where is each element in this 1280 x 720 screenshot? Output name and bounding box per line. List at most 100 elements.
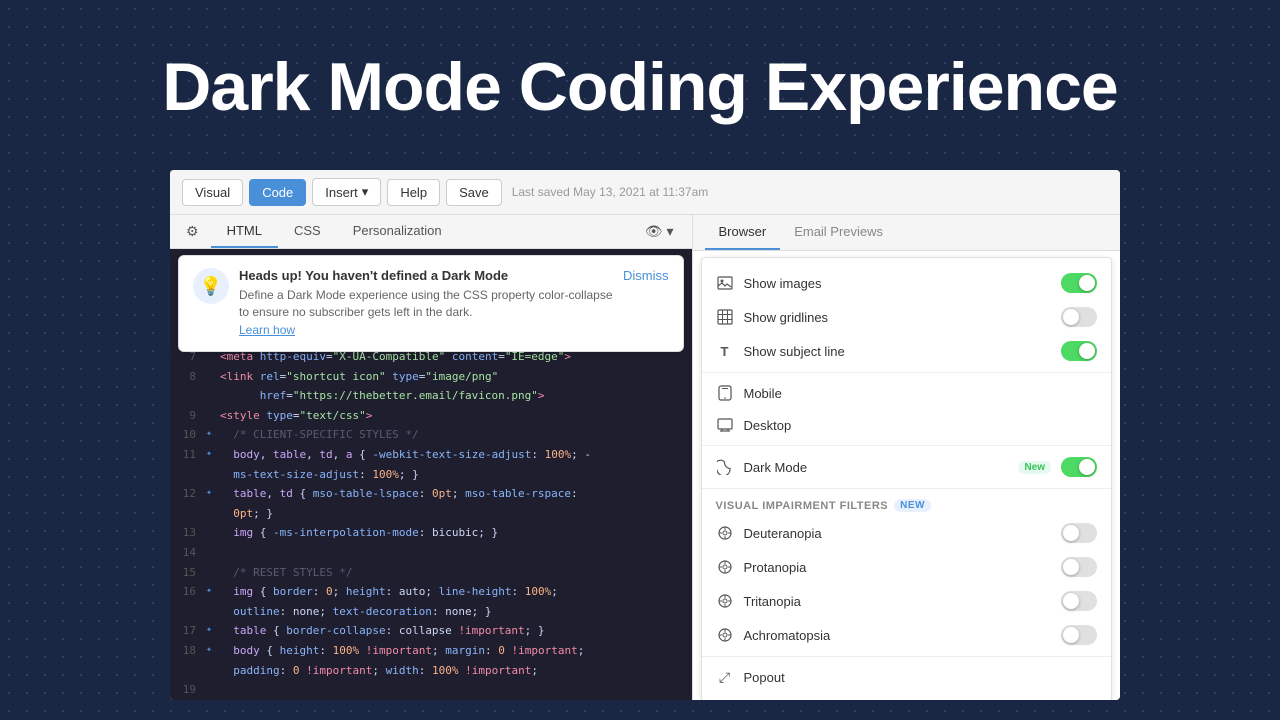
notification-icon: 💡: [193, 268, 229, 304]
code-line: ms-text-size-adjust: 100%; }: [170, 465, 692, 485]
image-icon: [716, 274, 734, 292]
dark-mode-toggle[interactable]: [1061, 457, 1097, 477]
divider: [702, 445, 1112, 446]
tab-html[interactable]: HTML: [211, 215, 278, 248]
mobile-icon: [716, 384, 734, 402]
code-line: 17 ✦ table { border-collapse: collapse !…: [170, 621, 692, 641]
saved-timestamp: Last saved May 13, 2021 at 11:37am: [512, 185, 709, 199]
chevron-down-icon: ▾: [362, 184, 369, 200]
code-button[interactable]: Code: [249, 179, 306, 206]
editor-window: Visual Code Insert ▾ Help Save Last save…: [170, 170, 1120, 700]
dropdown-panel: Show images: [701, 257, 1113, 700]
toolbar: Visual Code Insert ▾ Help Save Last save…: [170, 170, 1120, 215]
deuteranopia-label: Deuteranopia: [744, 526, 1052, 541]
title-area: Dark Mode Coding Experience: [0, 50, 1280, 125]
achromatopsia-label: Achromatopsia: [744, 628, 1052, 643]
show-images-item[interactable]: Show images: [702, 266, 1112, 300]
show-images-label: Show images: [744, 276, 1052, 291]
tritanopia-item[interactable]: Tritanopia: [702, 584, 1112, 618]
dark-mode-badge: New: [1018, 461, 1051, 474]
learn-how-link[interactable]: Learn how: [239, 323, 295, 337]
show-gridlines-toggle[interactable]: [1061, 307, 1097, 327]
tab-css[interactable]: CSS: [278, 215, 337, 248]
code-line: 10 ✦ /* CLIENT-SPECIFIC STYLES */: [170, 425, 692, 445]
protanopia-icon: [716, 558, 734, 576]
desktop-item[interactable]: Desktop: [702, 409, 1112, 441]
code-panel: ⚙ HTML CSS Personalization 👁 ▾ 💡 Heads u…: [170, 215, 693, 700]
code-editor[interactable]: 7 <meta http-equiv="X-UA-Compatible" con…: [170, 339, 692, 700]
tritanopia-toggle[interactable]: [1061, 591, 1097, 611]
achromatopsia-item[interactable]: Achromatopsia: [702, 618, 1112, 652]
code-line: 8 <link rel="shortcut icon" type="image/…: [170, 367, 692, 387]
deuteranopia-item[interactable]: Deuteranopia: [702, 516, 1112, 550]
grid-icon: [716, 308, 734, 326]
code-line: padding: 0 !important; width: 100% !impo…: [170, 661, 692, 681]
protanopia-label: Protanopia: [744, 560, 1052, 575]
moon-icon: [716, 458, 734, 476]
notification-content: Heads up! You haven't defined a Dark Mod…: [239, 268, 613, 339]
mobile-item[interactable]: Mobile: [702, 377, 1112, 409]
code-line: 18 ✦ body { height: 100% !important; mar…: [170, 641, 692, 661]
popout-icon: ⤢: [716, 668, 734, 686]
dark-mode-item[interactable]: Dark Mode New: [702, 450, 1112, 484]
help-button[interactable]: Help: [387, 179, 440, 206]
divider: [702, 656, 1112, 657]
insert-button[interactable]: Insert ▾: [312, 178, 381, 206]
tab-personalization[interactable]: Personalization: [337, 215, 458, 248]
show-gridlines-item[interactable]: Show gridlines: [702, 300, 1112, 334]
popout-label: Popout: [744, 670, 1098, 685]
eye-icon: 👁: [645, 223, 663, 240]
preview-tabs: Browser Email Previews: [693, 215, 1121, 251]
deuteranopia-toggle[interactable]: [1061, 523, 1097, 543]
tab-email-previews[interactable]: Email Previews: [780, 215, 897, 250]
show-gridlines-label: Show gridlines: [744, 310, 1052, 325]
code-line: 0pt; }: [170, 504, 692, 524]
eye-button[interactable]: 👁 ▾: [635, 217, 684, 246]
popout-item[interactable]: ⤢ Popout: [702, 661, 1112, 693]
dismiss-button[interactable]: Dismiss: [623, 268, 669, 339]
divider: [702, 488, 1112, 489]
show-subject-line-label: Show subject line: [744, 344, 1052, 359]
code-line: 19: [170, 680, 692, 700]
text-icon: T: [716, 342, 734, 360]
sub-toolbar: ⚙ HTML CSS Personalization 👁 ▾: [170, 215, 692, 249]
code-line: 16 ✦ img { border: 0; height: auto; line…: [170, 582, 692, 602]
code-tabs: HTML CSS Personalization: [211, 215, 458, 248]
code-line: 14: [170, 543, 692, 563]
save-button[interactable]: Save: [446, 179, 502, 206]
code-line: 9 <style type="text/css">: [170, 406, 692, 426]
desktop-icon: [716, 416, 734, 434]
settings-icon[interactable]: ⚙: [178, 217, 207, 246]
tab-browser[interactable]: Browser: [705, 215, 781, 250]
chevron-down-icon: ▾: [666, 223, 673, 240]
protanopia-item[interactable]: Protanopia: [702, 550, 1112, 584]
visual-filters-badge: New: [894, 499, 931, 512]
dark-mode-label: Dark Mode: [744, 460, 1009, 475]
code-line: 11 ✦ body, table, td, a { -webkit-text-s…: [170, 445, 692, 465]
visual-filters-header: VISUAL IMPAIRMENT FILTERS New: [702, 493, 1112, 516]
notification-title: Heads up! You haven't defined a Dark Mod…: [239, 268, 613, 283]
show-subject-toggle[interactable]: [1061, 341, 1097, 361]
notification-desc: Define a Dark Mode experience using the …: [239, 287, 613, 321]
achromatopsia-toggle[interactable]: [1061, 625, 1097, 645]
divider: [702, 372, 1112, 373]
show-images-toggle[interactable]: [1061, 273, 1097, 293]
code-line: outline: none; text-decoration: none; }: [170, 602, 692, 622]
editor-area: ⚙ HTML CSS Personalization 👁 ▾ 💡 Heads u…: [170, 215, 1120, 700]
visual-button[interactable]: Visual: [182, 179, 243, 206]
desktop-label: Desktop: [744, 418, 1098, 433]
tritanopia-icon: [716, 592, 734, 610]
deuteranopia-icon: [716, 524, 734, 542]
tritanopia-label: Tritanopia: [744, 594, 1052, 609]
show-subject-line-item[interactable]: T Show subject line: [702, 334, 1112, 368]
code-line: href="https://thebetter.email/favicon.pn…: [170, 386, 692, 406]
code-line: 13 img { -ms-interpolation-mode: bicubic…: [170, 523, 692, 543]
mobile-label: Mobile: [744, 386, 1098, 401]
code-line: 15 /* RESET STYLES */: [170, 563, 692, 583]
code-line: 12 ✦ table, td { mso-table-lspace: 0pt; …: [170, 484, 692, 504]
protanopia-toggle[interactable]: [1061, 557, 1097, 577]
dark-mode-notification: 💡 Heads up! You haven't defined a Dark M…: [178, 255, 684, 352]
main-title: Dark Mode Coding Experience: [0, 50, 1280, 125]
right-panel: Browser Email Previews Show images: [693, 215, 1121, 700]
achromatopsia-icon: [716, 626, 734, 644]
